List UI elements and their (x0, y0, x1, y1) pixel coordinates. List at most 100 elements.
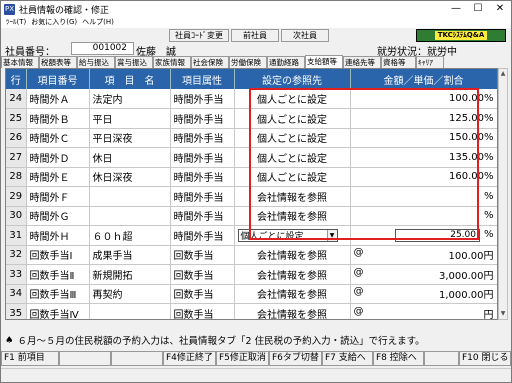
menu-help[interactable]: ヘルプ(H) (82, 17, 114, 28)
row-number: 28 (6, 167, 27, 187)
amount-cell[interactable]: % (350, 206, 497, 226)
maximize-button[interactable]: ☐ (467, 1, 489, 17)
amount-wrap: 135.00% (354, 152, 494, 163)
row-number: 25 (6, 108, 27, 129)
reference-cell[interactable]: 個人ごとに設定 (234, 128, 351, 148)
function-key-f7[interactable]: F7 支給へ (322, 351, 373, 366)
tab-1[interactable]: 税額表等 (39, 56, 77, 68)
item-name: 新規開拓 (89, 264, 171, 285)
tab-10[interactable]: 資格等 (381, 56, 416, 68)
amount-cell[interactable]: @3,000.00円 (350, 264, 497, 285)
reference-cell[interactable]: 会社情報を参照 (234, 186, 351, 207)
table-row: 25 時間外Ｂ 平日 時間外手当 個人ごとに設定 125.00% (6, 108, 497, 129)
item-code: 時間外Ｅ (26, 167, 90, 187)
reference-cell[interactable]: 個人ごとに設定 (234, 167, 351, 187)
employee-number-field[interactable]: 001002 (71, 42, 134, 55)
col-header-item-name: 項 目 名 (89, 69, 171, 89)
function-key-f5[interactable]: F5修正取消 (216, 351, 269, 366)
function-key-f10[interactable]: F10 閉じる (459, 351, 511, 366)
item-code: 回数手当Ⅱ (26, 264, 90, 285)
amount-input[interactable]: 25.00 (394, 228, 480, 242)
reference-cell[interactable]: 会社情報を参照 (234, 303, 351, 319)
amount-cell[interactable]: @1,000.00円 (350, 284, 497, 304)
toolbar: 社員ｺｰﾄﾞ変更 前社員 次社員 TKCｼｽﾃﾑQ&A (1, 28, 511, 42)
amount-prefix: @ (353, 286, 364, 298)
item-attribute: 時間外手当 (170, 167, 235, 187)
reference-select[interactable]: 個人ごとに設定 ▼ (237, 228, 338, 242)
amount-wrap: 25.00% (354, 228, 494, 242)
scroll-down-icon[interactable]: ▼ (499, 309, 507, 319)
table-row: 35 回数手当Ⅳ 回数手当 会社情報を参照 @ 円 (6, 303, 497, 320)
title-bar: PX 社員情報の確認・修正 — ☐ ✕ (1, 1, 511, 17)
tab-2[interactable]: 給与振込 (77, 56, 115, 68)
chevron-down-icon[interactable]: ▼ (326, 229, 337, 241)
amount-cell[interactable]: % (350, 186, 497, 207)
amount-cell[interactable]: 25.00% (350, 225, 497, 246)
item-code: 時間外Ａ (26, 89, 90, 109)
item-code: 回数手当Ⅲ (26, 284, 90, 304)
item-attribute: 時間外手当 (170, 147, 235, 168)
row-number: 33 (6, 264, 27, 285)
close-button[interactable]: ✕ (489, 1, 511, 17)
amount-wrap: 160.00% (354, 171, 494, 182)
reference-cell[interactable]: 個人ごとに設定 (234, 89, 351, 109)
row-number: 27 (6, 147, 27, 168)
function-key-f2[interactable] (59, 351, 111, 366)
function-key-f6[interactable]: F6タブ切替 (269, 351, 322, 366)
tab-0[interactable]: 基本情報 (1, 56, 39, 68)
function-key-f8[interactable]: F8 控除へ (373, 351, 424, 366)
function-key-f4[interactable]: F4修正終了 (163, 351, 216, 366)
tab-4[interactable]: 家族情報 (153, 56, 191, 68)
item-attribute: 回数手当 (170, 284, 235, 304)
tab-6[interactable]: 労働保険 (229, 56, 267, 68)
function-key-f9[interactable] (424, 351, 459, 366)
function-key-f1[interactable]: F1 前項目 (1, 351, 59, 366)
tab-8[interactable]: 支給額等 (305, 55, 343, 68)
menu-favorites[interactable]: お気に入り(G) (31, 17, 77, 28)
item-attribute: 時間外手当 (170, 225, 235, 246)
amount-cell[interactable]: @ 円 (350, 303, 497, 320)
item-name: 法定内 (89, 89, 171, 109)
amount-cell[interactable]: 125.00% (350, 108, 497, 129)
item-code: 時間外Ｄ (26, 147, 90, 168)
function-key-f3[interactable] (111, 351, 163, 366)
app-icon: PX (4, 3, 15, 15)
menu-tools[interactable]: ﾂｰﾙ(T) (6, 17, 26, 28)
reference-cell[interactable]: 会社情報を参照 (234, 245, 351, 265)
employee-code-change-button[interactable]: 社員ｺｰﾄﾞ変更 (169, 29, 229, 42)
amount-wrap: 150.00% (354, 132, 494, 143)
item-name: 再契約 (89, 284, 171, 304)
tab-3[interactable]: 賞与振込 (115, 56, 153, 68)
tab-9[interactable]: 連絡先等 (343, 56, 381, 68)
reference-cell[interactable]: 会社情報を参照 (234, 206, 351, 226)
app-window: PX 社員情報の確認・修正 — ☐ ✕ ﾂｰﾙ(T) お気に入り(G) ヘルプ(… (0, 0, 512, 383)
tab-7[interactable]: 通勤経路 (267, 56, 305, 68)
reference-cell[interactable]: 個人ごとに設定 (234, 147, 351, 168)
item-attribute: 回数手当 (170, 245, 235, 265)
reference-cell[interactable]: 会社情報を参照 (234, 284, 351, 304)
reference-cell[interactable]: 個人ごとに設定 (234, 108, 351, 129)
tab-11[interactable]: ｷｬﾘｱ (416, 56, 444, 68)
reference-cell[interactable]: 会社情報を参照 (234, 264, 351, 285)
amount-cell[interactable]: 150.00% (350, 128, 497, 148)
tkc-brand-button[interactable]: TKCｼｽﾃﾑQ&A (416, 29, 506, 42)
amount-cell[interactable]: @100.00円 (350, 245, 497, 265)
amount-value: 円 (483, 309, 494, 320)
amount-unit: % (483, 228, 494, 240)
tab-5[interactable]: 社会保険 (191, 56, 229, 68)
reference-cell[interactable]: 個人ごとに設定 ▼ (234, 225, 351, 246)
item-name (89, 206, 171, 226)
item-code: 時間外Ｃ (26, 128, 90, 148)
amount-prefix: @ (353, 305, 364, 317)
next-employee-button[interactable]: 次社員 (281, 29, 329, 42)
amount-value: 150.00% (449, 132, 494, 144)
tkc-brand-label: TKCｼｽﾃﾑQ&A (434, 31, 488, 40)
vertical-scrollbar[interactable]: ▲ ▼ (498, 68, 508, 320)
amount-cell[interactable]: 160.00% (350, 167, 497, 187)
prev-employee-button[interactable]: 前社員 (231, 29, 279, 42)
scroll-up-icon[interactable]: ▲ (499, 69, 507, 79)
amount-cell[interactable]: 100.00% (350, 89, 497, 109)
table-row: 27 時間外Ｄ 休日 時間外手当 個人ごとに設定 135.00% (6, 147, 497, 168)
amount-cell[interactable]: 135.00% (350, 147, 497, 168)
minimize-button[interactable]: — (445, 1, 467, 17)
